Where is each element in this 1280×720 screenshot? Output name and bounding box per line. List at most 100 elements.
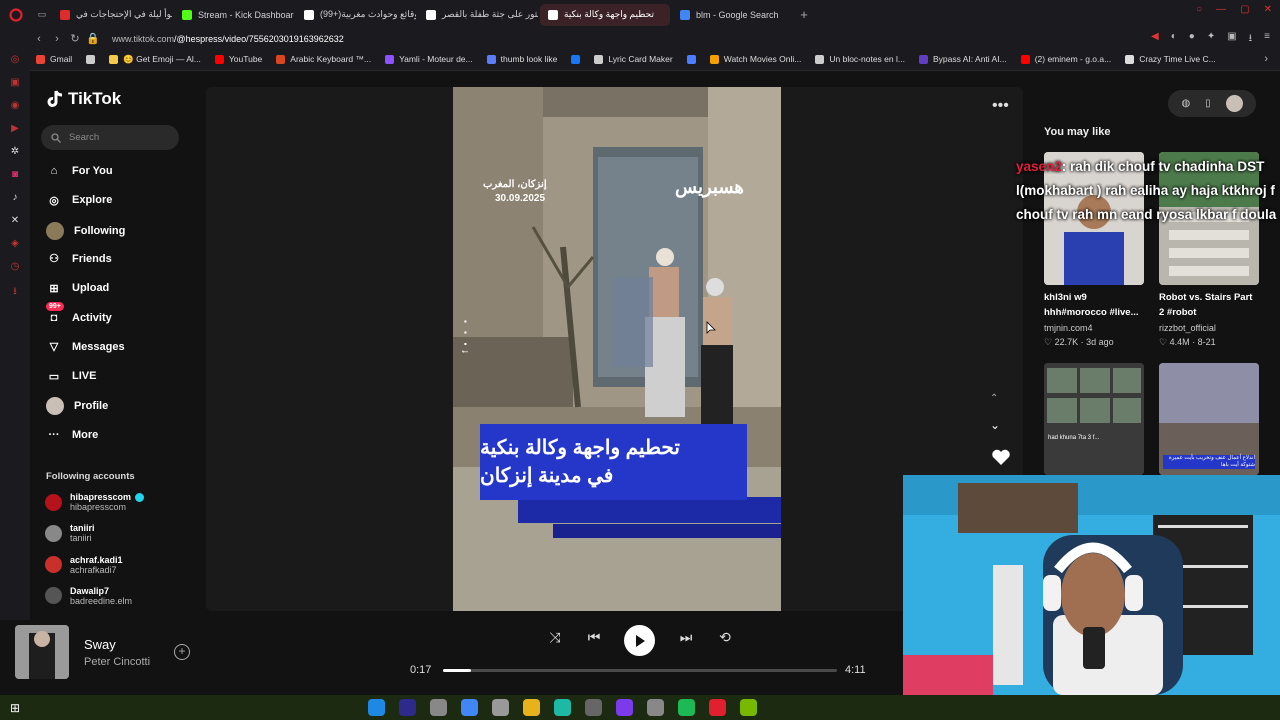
nav-item[interactable]: ⌂ For You bbox=[46, 163, 113, 179]
pinboard-icon[interactable]: ◈ bbox=[11, 238, 19, 249]
browser-tab[interactable]: blm - Google Search bbox=[672, 4, 792, 26]
nav-item[interactable]: Following bbox=[46, 221, 125, 240]
bookmark-item[interactable]: Lyric Card Maker bbox=[594, 54, 673, 64]
twitch-icon[interactable]: ▣ bbox=[10, 77, 19, 88]
history-icon[interactable]: ◷ bbox=[11, 261, 20, 272]
bookmark-item[interactable]: thumb look like bbox=[486, 54, 557, 64]
suggestion-1-caption-1[interactable]: khl3ni w9 bbox=[1044, 290, 1087, 305]
taskbar-app-icon[interactable] bbox=[709, 699, 726, 716]
tiktok-logo[interactable]: TikTok bbox=[46, 89, 121, 109]
taskbar-app-icon[interactable] bbox=[554, 699, 571, 716]
add-to-library-button[interactable]: + bbox=[174, 644, 190, 660]
taskbar-app-icon[interactable] bbox=[678, 699, 695, 716]
following-account[interactable]: taniiri taniiri bbox=[45, 523, 95, 543]
taskbar-app-icon[interactable] bbox=[430, 699, 447, 716]
nav-item[interactable]: ◎ Explore bbox=[46, 192, 112, 208]
user-avatar[interactable] bbox=[1225, 95, 1243, 112]
taskbar-app-icon[interactable] bbox=[461, 699, 478, 716]
bookmark-item[interactable]: (2) eminem - g.o.a... bbox=[1020, 54, 1111, 64]
device-mode-icon[interactable]: ▯ bbox=[1205, 98, 1211, 109]
following-account[interactable]: achraf.kadi1 achrafkadi7 bbox=[45, 555, 123, 575]
following-account[interactable]: Dawalip7 badreedine.elm bbox=[45, 586, 132, 606]
bookmark-item[interactable]: Bypass AI: Anti AI... bbox=[918, 54, 1007, 64]
flow-icon[interactable]: ◐ bbox=[1171, 31, 1177, 48]
bookmark-item[interactable]: Crazy Time Live C... bbox=[1125, 54, 1216, 64]
taskbar-app-icon[interactable] bbox=[523, 699, 540, 716]
url-field[interactable]: www.tiktok.com/@hespress/video/755620301… bbox=[112, 34, 344, 44]
taskbar-app-icon[interactable] bbox=[399, 699, 416, 716]
like-heart-icon[interactable] bbox=[991, 448, 1011, 466]
next-video-icon[interactable]: ⌄ bbox=[990, 418, 1000, 432]
mute-icon[interactable]: ◀ bbox=[1151, 31, 1159, 48]
taskbar-app-icon[interactable] bbox=[492, 699, 509, 716]
bookmark-item[interactable]: Arabic Keyboard ™... bbox=[276, 54, 371, 64]
nav-item[interactable]: ··· More bbox=[46, 427, 99, 443]
suggestion-thumb-4[interactable]: اندلاع أعمال عنف وتخريب بأيت عميرة شتوكة… bbox=[1159, 363, 1259, 475]
browser-tab[interactable]: Stream - Kick Dashboard bbox=[174, 4, 294, 26]
back-icon[interactable]: ‹ bbox=[30, 33, 48, 45]
youtube-sidebar-icon[interactable]: ▶ bbox=[11, 123, 19, 134]
bookmark-item[interactable]: 😊 Get Emoji — Al... bbox=[109, 54, 201, 65]
previous-track-icon[interactable]: ⏮ bbox=[585, 629, 603, 646]
more-options-icon[interactable]: ••• bbox=[992, 97, 1009, 115]
nav-item[interactable]: Profile bbox=[46, 397, 108, 416]
bookmark-item[interactable]: YouTube bbox=[214, 54, 262, 64]
instagram-icon[interactable]: ◙ bbox=[12, 169, 18, 180]
windows-start-icon[interactable]: ⊞ bbox=[10, 701, 20, 715]
next-track-icon[interactable]: ⏭ bbox=[677, 629, 695, 646]
bookmark-item[interactable] bbox=[686, 54, 696, 64]
suggestion-2-caption-2[interactable]: 2 #robot bbox=[1159, 305, 1196, 320]
taskbar-app-icon[interactable] bbox=[368, 699, 385, 716]
x-icon[interactable]: ✕ bbox=[11, 215, 19, 226]
browser-tab[interactable]: أسوأ ليلة في الإحتجاجات في bbox=[52, 4, 172, 26]
suggestion-1-caption-2[interactable]: hhh#morocco #live... bbox=[1044, 305, 1139, 320]
search-input[interactable]: Search bbox=[41, 125, 179, 150]
nav-item[interactable]: ◘ 99+ Activity bbox=[46, 301, 112, 326]
reload-icon[interactable]: ↻ bbox=[66, 32, 84, 45]
video-player[interactable]: إنزكان، المغرب 30.09.2025 هسبريس f ▪ ▪ ▪… bbox=[453, 87, 781, 611]
minimize-button[interactable]: — bbox=[1216, 4, 1226, 15]
downloads-sidebar-icon[interactable]: ⭳ bbox=[13, 284, 17, 301]
album-art[interactable] bbox=[15, 625, 69, 679]
tiktok-sidebar-icon[interactable]: ♪ bbox=[13, 192, 18, 203]
extensions-icon[interactable]: ✦ bbox=[1207, 31, 1215, 48]
messenger-icon[interactable]: ◉ bbox=[11, 100, 20, 111]
bookmark-item[interactable] bbox=[86, 54, 96, 64]
maximize-button[interactable]: ▢ bbox=[1240, 4, 1249, 15]
menu-icon[interactable]: ≡ bbox=[1264, 31, 1270, 48]
taskbar-app-icon[interactable] bbox=[616, 699, 633, 716]
tab-overview-icon[interactable]: ▭ bbox=[32, 9, 52, 20]
bookmark-item[interactable] bbox=[571, 54, 581, 64]
nav-item[interactable]: ▽ Messages bbox=[46, 339, 125, 355]
shuffle-icon[interactable]: ⤨ bbox=[546, 629, 564, 646]
taskbar-app-icon[interactable] bbox=[647, 699, 664, 716]
nav-item[interactable]: ▭ LIVE bbox=[46, 368, 97, 384]
close-button[interactable]: ✕ bbox=[1264, 4, 1272, 15]
bookmark-item[interactable]: Gmail bbox=[36, 54, 72, 64]
nav-item[interactable]: ⚇ Friends bbox=[46, 251, 112, 267]
suggestion-2-caption-1[interactable]: Robot vs. Stairs Part bbox=[1159, 290, 1252, 305]
snapshot-icon[interactable]: ▣ bbox=[1227, 31, 1236, 48]
search-tabs-icon[interactable]: ○ bbox=[1196, 4, 1202, 15]
taskbar-app-icon[interactable] bbox=[740, 699, 757, 716]
bookmark-item[interactable]: Watch Movies Onli... bbox=[709, 54, 801, 64]
suggestion-1-author[interactable]: tmjnin.com4 bbox=[1044, 323, 1093, 333]
explore-mode-icon[interactable]: ◍ bbox=[1181, 98, 1190, 109]
new-tab-button[interactable]: + bbox=[792, 7, 816, 22]
suggestion-thumb-3[interactable]: had khuna 7ta 3 f... bbox=[1044, 363, 1144, 475]
repeat-icon[interactable]: ⟲ bbox=[716, 629, 734, 646]
suggestion-2-author[interactable]: rizzbot_official bbox=[1159, 323, 1216, 333]
download-icon[interactable]: ⭳ bbox=[1249, 31, 1253, 48]
nav-item[interactable]: ⊞ Upload bbox=[46, 280, 109, 296]
bookmark-item[interactable]: Yamli - Moteur de... bbox=[385, 54, 473, 64]
previous-video-icon[interactable]: ⌃ bbox=[990, 393, 998, 404]
opera-logo-icon[interactable] bbox=[0, 7, 32, 22]
bookmarks-more-icon[interactable]: › bbox=[1264, 53, 1268, 65]
browser-tab[interactable]: العثور على جثة طفلة بالقصر bbox=[418, 4, 538, 26]
browser-tab[interactable]: (99+)وقائع وحوادث مغربية bbox=[296, 4, 416, 26]
ai-icon[interactable]: ◎ bbox=[11, 54, 20, 65]
chatgpt-icon[interactable]: ✲ bbox=[11, 146, 19, 157]
taskbar-app-icon[interactable] bbox=[585, 699, 602, 716]
bulb-icon[interactable]: ● bbox=[1189, 31, 1195, 48]
bookmark-item[interactable]: Un bloc-notes en l... bbox=[815, 54, 905, 64]
